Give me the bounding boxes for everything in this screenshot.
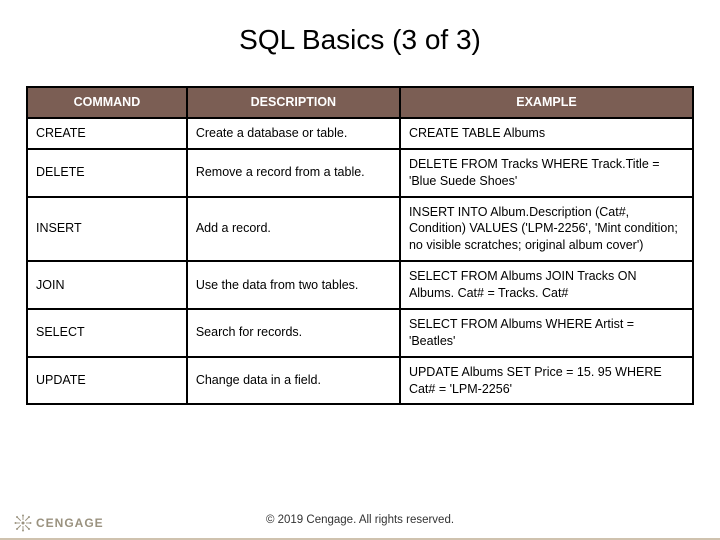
- copyright-text: © 2019 Cengage. All rights reserved.: [0, 514, 720, 526]
- slide-title: SQL Basics (3 of 3): [0, 24, 720, 56]
- cell-command: INSERT: [27, 197, 187, 262]
- slide: SQL Basics (3 of 3) COMMAND DESCRIPTION …: [0, 0, 720, 540]
- table-row: INSERT Add a record. INSERT INTO Album.D…: [27, 197, 693, 262]
- header-description: DESCRIPTION: [187, 87, 400, 118]
- table-row: CREATE Create a database or table. CREAT…: [27, 118, 693, 149]
- header-command: COMMAND: [27, 87, 187, 118]
- cell-description: Change data in a field.: [187, 357, 400, 405]
- cell-example: CREATE TABLE Albums: [400, 118, 693, 149]
- cell-command: SELECT: [27, 309, 187, 357]
- cell-command: JOIN: [27, 261, 187, 309]
- table-row: SELECT Search for records. SELECT FROM A…: [27, 309, 693, 357]
- cell-command: CREATE: [27, 118, 187, 149]
- footer: CENGAGE © 2019 Cengage. All rights reser…: [0, 498, 720, 540]
- cell-example: DELETE FROM Tracks WHERE Track.Title = '…: [400, 149, 693, 197]
- table-header-row: COMMAND DESCRIPTION EXAMPLE: [27, 87, 693, 118]
- table-container: COMMAND DESCRIPTION EXAMPLE CREATE Creat…: [0, 86, 720, 405]
- cell-command: DELETE: [27, 149, 187, 197]
- cell-description: Add a record.: [187, 197, 400, 262]
- table-row: DELETE Remove a record from a table. DEL…: [27, 149, 693, 197]
- cell-description: Create a database or table.: [187, 118, 400, 149]
- table-row: UPDATE Change data in a field. UPDATE Al…: [27, 357, 693, 405]
- cell-example: SELECT FROM Albums JOIN Tracks ON Albums…: [400, 261, 693, 309]
- cell-example: UPDATE Albums SET Price = 15. 95 WHERE C…: [400, 357, 693, 405]
- cell-command: UPDATE: [27, 357, 187, 405]
- header-example: EXAMPLE: [400, 87, 693, 118]
- cell-example: SELECT FROM Albums WHERE Artist = 'Beatl…: [400, 309, 693, 357]
- cell-description: Use the data from two tables.: [187, 261, 400, 309]
- sql-commands-table: COMMAND DESCRIPTION EXAMPLE CREATE Creat…: [26, 86, 694, 405]
- table-row: JOIN Use the data from two tables. SELEC…: [27, 261, 693, 309]
- cell-example: INSERT INTO Album.Description (Cat#, Con…: [400, 197, 693, 262]
- cell-description: Remove a record from a table.: [187, 149, 400, 197]
- cell-description: Search for records.: [187, 309, 400, 357]
